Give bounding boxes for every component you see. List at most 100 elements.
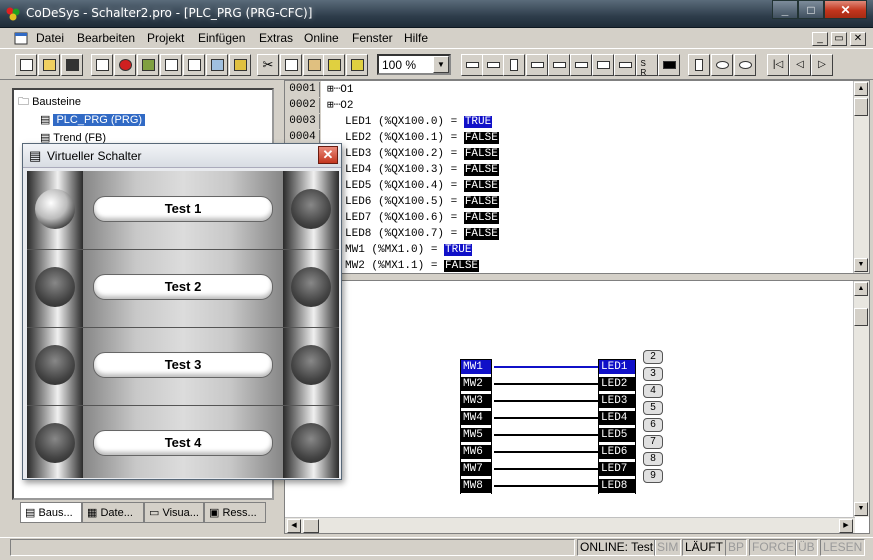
tab-icon: ▦ xyxy=(87,507,98,519)
cfc-input[interactable]: MW8 xyxy=(461,479,491,494)
mdi-close-button[interactable]: ✕ xyxy=(850,32,866,46)
cfc-output[interactable]: LED2 xyxy=(599,377,635,392)
cfc-output[interactable]: LED4 xyxy=(599,411,635,426)
menu-extras[interactable]: Extras xyxy=(259,31,293,45)
next-icon[interactable]: ▷ xyxy=(811,54,833,76)
scroll-right-icon[interactable]: ▶ xyxy=(839,519,853,533)
cfc-output[interactable]: LED7 xyxy=(599,462,635,477)
tree-item-plc-prg[interactable]: ▤ PLC_PRG (PRG) xyxy=(40,112,146,128)
status-online: ONLINE: Test xyxy=(577,539,657,556)
find-icon[interactable] xyxy=(323,54,345,76)
variable-value[interactable]: FALSE xyxy=(444,260,480,272)
cut-icon[interactable]: ✂ xyxy=(257,54,279,76)
breakpoint-icon[interactable] xyxy=(137,54,159,76)
return-element-icon[interactable] xyxy=(570,54,592,76)
tab-datentypen[interactable]: ▦ Date... xyxy=(82,502,144,523)
box-element-icon[interactable] xyxy=(503,54,525,76)
horizontal-scrollbar[interactable]: ◀ ▶ xyxy=(285,517,855,533)
open-folder-icon[interactable] xyxy=(38,54,60,76)
scroll-up-icon[interactable]: ▲ xyxy=(854,282,868,296)
menu-einfuegen[interactable]: Einfügen xyxy=(198,31,245,45)
mdi-restore-button[interactable]: ▭ xyxy=(831,32,847,46)
menu-hilfe[interactable]: Hilfe xyxy=(404,31,428,45)
set-reset-icon[interactable]: S R xyxy=(636,54,658,77)
cfc-input[interactable]: MW4 xyxy=(461,411,491,426)
cfc-input[interactable]: MW5 xyxy=(461,428,491,443)
variable-value[interactable]: FALSE xyxy=(463,180,499,192)
negate-icon[interactable] xyxy=(711,54,733,76)
variable-value[interactable]: TRUE xyxy=(444,244,473,256)
chevron-down-icon[interactable]: ▼ xyxy=(433,56,449,73)
previous-icon[interactable]: ◁ xyxy=(789,54,811,76)
variable-value[interactable]: FALSE xyxy=(463,228,499,240)
variable-value[interactable]: FALSE xyxy=(463,164,499,176)
test-button-3[interactable]: Test 3 xyxy=(93,352,273,378)
connector-icon[interactable] xyxy=(734,54,756,76)
tree-root[interactable]: 🗀 Bausteine xyxy=(18,94,81,110)
mdi-minimize-button[interactable]: _ xyxy=(812,32,828,46)
maximize-button[interactable]: □ xyxy=(798,0,824,19)
close-button[interactable]: ✕ xyxy=(824,0,867,19)
first-icon[interactable]: |◁ xyxy=(767,54,789,76)
reset-icon[interactable] xyxy=(206,54,228,76)
group-o2[interactable]: ⊞┈O2 xyxy=(327,98,353,114)
scroll-thumb[interactable] xyxy=(303,519,319,533)
menu-projekt[interactable]: Projekt xyxy=(147,31,184,45)
new-file-icon[interactable] xyxy=(15,54,37,76)
vertical-scrollbar[interactable]: ▲ ▼ xyxy=(853,281,869,517)
variable-value[interactable]: TRUE xyxy=(463,116,493,128)
input-element-icon[interactable] xyxy=(461,54,483,76)
menu-online[interactable]: Online xyxy=(304,31,339,45)
tab-visualisierung[interactable]: ▭ Visua... xyxy=(144,502,204,523)
test-button-2[interactable]: Test 2 xyxy=(93,274,273,300)
copy-icon[interactable] xyxy=(280,54,302,76)
save-icon[interactable] xyxy=(61,54,83,76)
dialog-close-button[interactable]: ✕ xyxy=(318,146,338,164)
variable-value[interactable]: FALSE xyxy=(463,132,499,144)
login-icon[interactable] xyxy=(91,54,113,76)
cfc-input[interactable]: MW2 xyxy=(461,377,491,392)
cfc-output[interactable]: LED6 xyxy=(599,445,635,460)
cfc-output[interactable]: LED8 xyxy=(599,479,635,494)
cfc-output[interactable]: LED3 xyxy=(599,394,635,409)
jump-element-icon[interactable] xyxy=(526,54,548,76)
vertical-scrollbar[interactable]: ▲ ▼ xyxy=(853,81,869,273)
zoom-select[interactable]: 100 % ▼ xyxy=(377,54,451,75)
macro-icon[interactable] xyxy=(688,54,710,76)
enable-icon[interactable] xyxy=(658,54,680,76)
cfc-output[interactable]: LED1 xyxy=(599,360,635,375)
scroll-thumb[interactable] xyxy=(854,308,868,326)
output-element-icon[interactable] xyxy=(482,54,504,76)
variable-value[interactable]: FALSE xyxy=(463,212,499,224)
find-next-icon[interactable] xyxy=(346,54,368,76)
group-o1[interactable]: ⊞┈O1 xyxy=(327,82,353,98)
tab-bausteine[interactable]: ▤ Baus... xyxy=(20,502,82,523)
scroll-down-icon[interactable]: ▼ xyxy=(854,502,868,516)
tab-ressourcen[interactable]: ▣ Ress... xyxy=(204,502,266,523)
cfc-input[interactable]: MW7 xyxy=(461,462,491,477)
menu-fenster[interactable]: Fenster xyxy=(352,31,393,45)
menu-datei[interactable]: Datei xyxy=(36,31,64,45)
test-button-4[interactable]: Test 4 xyxy=(93,430,273,456)
write-values-icon[interactable] xyxy=(229,54,251,76)
cfc-output[interactable]: LED5 xyxy=(599,428,635,443)
variable-value[interactable]: FALSE xyxy=(463,148,499,160)
comment-element-icon[interactable] xyxy=(592,54,614,76)
cfc-input[interactable]: MW1 xyxy=(461,360,491,375)
variable-value[interactable]: FALSE xyxy=(463,196,499,208)
cfc-input[interactable]: MW6 xyxy=(461,445,491,460)
menu-bearbeiten[interactable]: Bearbeiten xyxy=(77,31,135,45)
minimize-button[interactable]: _ xyxy=(772,0,798,19)
cfc-input[interactable]: MW3 xyxy=(461,394,491,409)
scroll-down-icon[interactable]: ▼ xyxy=(854,258,868,272)
scroll-left-icon[interactable]: ◀ xyxy=(287,519,301,533)
test-button-1[interactable]: Test 1 xyxy=(93,196,273,222)
stop-icon[interactable] xyxy=(114,54,136,76)
scroll-thumb[interactable] xyxy=(854,98,868,116)
paste-icon[interactable] xyxy=(303,54,325,76)
step-icon[interactable] xyxy=(160,54,182,76)
input-box-icon[interactable] xyxy=(614,54,636,76)
label-element-icon[interactable] xyxy=(548,54,570,76)
scroll-up-icon[interactable]: ▲ xyxy=(854,82,868,96)
logout-icon[interactable] xyxy=(183,54,205,76)
